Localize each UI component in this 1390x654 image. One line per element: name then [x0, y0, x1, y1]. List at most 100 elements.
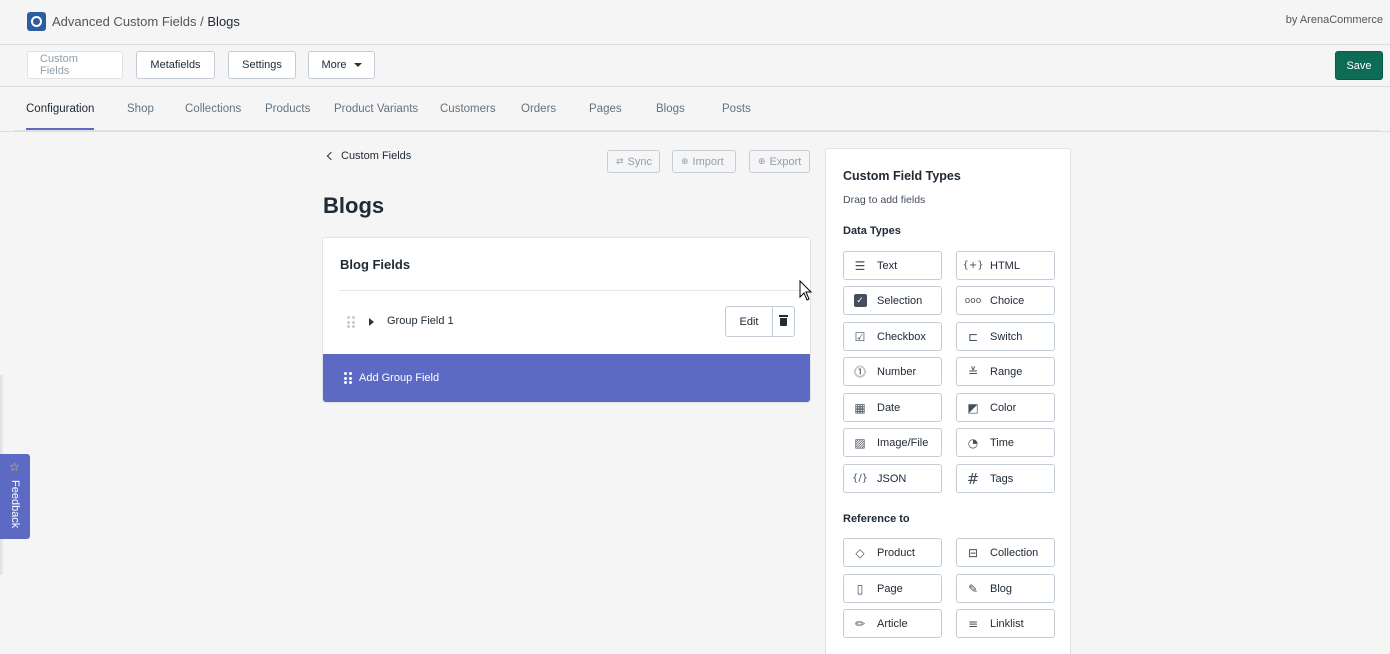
card-title: Blog Fields [340, 257, 411, 272]
field-type-switch[interactable]: ⊏ Switch [956, 322, 1055, 351]
field-type-linklist[interactable]: ≡ Linklist [956, 609, 1055, 638]
field-type-number[interactable]: ⓵ Number [843, 357, 942, 386]
export-label: Export [769, 155, 802, 168]
field-type-image-file[interactable]: ▨ Image/File [843, 428, 942, 457]
field-type-date[interactable]: ▦ Date [843, 393, 942, 422]
clipboard-check-icon: ☑ [854, 329, 866, 344]
delete-button[interactable] [772, 306, 795, 337]
page-title: Blogs [323, 193, 385, 218]
app-header: Advanced Custom Fields / Blogs by ArenaC… [0, 0, 1390, 45]
group-field-label[interactable]: Group Field 1 [387, 315, 454, 327]
field-type-label: Selection [877, 294, 923, 307]
import-button[interactable]: ⊕ Import [672, 150, 736, 173]
more-dropdown[interactable]: More [308, 51, 375, 79]
tab-customers[interactable]: Customers [440, 103, 496, 115]
field-type-label: Color [990, 401, 1017, 414]
field-type-time[interactable]: ◔ Time [956, 428, 1055, 457]
tab-shop[interactable]: Shop [127, 103, 154, 115]
sync-label: Sync [627, 155, 653, 168]
metafields-button[interactable]: Metafields [136, 51, 215, 79]
panel-title: Custom Field Types [843, 169, 961, 183]
sync-button[interactable]: ⇄ Sync [607, 150, 660, 173]
field-type-json[interactable]: {/} JSON [843, 464, 942, 493]
caret-down-icon [353, 63, 362, 67]
field-type-color[interactable]: ◩ Color [956, 393, 1055, 422]
field-type-checkbox[interactable]: ☑ Checkbox [843, 322, 942, 351]
toolbar: Custom Fields Metafields Settings More S… [0, 45, 1390, 87]
card-divider [339, 290, 810, 291]
blog-edit-icon: ✎ [967, 581, 979, 596]
field-type-label: Image/File [877, 436, 929, 449]
tab-products[interactable]: Products [265, 103, 310, 115]
tab-posts[interactable]: Posts [722, 103, 751, 115]
field-type-choice[interactable]: ooo Choice [956, 286, 1055, 315]
panel-subtitle: Drag to add fields [843, 194, 926, 206]
chevron-left-icon [326, 151, 336, 161]
edit-button[interactable]: Edit [725, 306, 773, 337]
tag-icon: ◇ [855, 545, 865, 560]
json-icon: {/} [851, 473, 869, 484]
nav-tabs: Configuration Shop Collections Products … [0, 88, 1390, 132]
tab-orders[interactable]: Orders [521, 103, 556, 115]
html-icon: {+} [962, 260, 984, 271]
page-icon: ▯ [856, 581, 864, 596]
reference-heading: Reference to [843, 513, 910, 525]
settings-button[interactable]: Settings [228, 51, 296, 79]
app-name[interactable]: Advanced Custom Fields [52, 14, 197, 29]
hash-icon: # [966, 469, 980, 488]
save-button[interactable]: Save [1335, 51, 1383, 80]
field-type-label: Switch [990, 330, 1023, 343]
back-link-label: Custom Fields [341, 150, 412, 162]
data-types-heading: Data Types [843, 225, 901, 237]
nav-divider [14, 130, 1380, 131]
tab-collections[interactable]: Collections [185, 103, 241, 115]
star-icon: ☆ [9, 460, 20, 474]
drag-handle-icon[interactable] [347, 316, 355, 328]
field-type-text[interactable]: ☰ Text [843, 251, 942, 280]
field-type-label: HTML [990, 259, 1020, 272]
tab-blogs[interactable]: Blogs [656, 103, 685, 115]
field-type-page[interactable]: ▯ Page [843, 574, 942, 603]
field-type-label: Linklist [990, 617, 1024, 630]
field-type-tags[interactable]: # Tags [956, 464, 1055, 493]
byline: by ArenaCommerce [1285, 14, 1383, 26]
field-type-collection[interactable]: ⊟ Collection [956, 538, 1055, 567]
breadcrumb: Advanced Custom Fields / Blogs [52, 14, 240, 29]
field-type-label: JSON [877, 472, 907, 485]
choice-icon: ooo [964, 295, 982, 306]
collection-icon: ⊟ [967, 545, 979, 560]
field-type-article[interactable]: ✏ Article [843, 609, 942, 638]
app-logo-icon [27, 12, 46, 31]
field-type-html[interactable]: {+} HTML [956, 251, 1055, 280]
field-type-selection[interactable]: ✓ Selection [843, 286, 942, 315]
field-type-label: Product [877, 546, 915, 559]
field-type-label: Range [990, 365, 1023, 378]
text-icon: ☰ [854, 258, 866, 273]
field-type-label: Number [877, 365, 917, 378]
field-type-range[interactable]: ≚ Range [956, 357, 1055, 386]
expand-arrow-icon[interactable] [369, 318, 374, 326]
sync-icon: ⇄ [616, 156, 624, 166]
back-link[interactable]: Custom Fields [326, 150, 411, 162]
field-type-label: Blog [990, 582, 1013, 595]
field-type-label: Collection [990, 546, 1039, 559]
calendar-icon: ▦ [854, 400, 866, 415]
tab-product-variants[interactable]: Product Variants [334, 103, 418, 115]
tab-configuration[interactable]: Configuration [26, 103, 94, 115]
field-type-label: Text [877, 259, 898, 272]
feedback-tab[interactable]: ☆ Feedback [0, 454, 30, 539]
add-group-field-button[interactable]: Add Group Field [323, 354, 810, 402]
tab-pages[interactable]: Pages [589, 103, 622, 115]
number-icon: ⓵ [853, 365, 866, 379]
field-type-label: Time [990, 436, 1015, 449]
field-type-label: Date [877, 401, 901, 414]
export-icon: ⊕ [758, 156, 766, 166]
export-button[interactable]: ⊕ Export [749, 150, 810, 173]
field-type-product[interactable]: ◇ Product [843, 538, 942, 567]
custom-fields-button[interactable]: Custom Fields [27, 51, 123, 79]
field-type-label: Tags [990, 472, 1014, 485]
switch-icon: ⊏ [967, 329, 979, 344]
field-type-blog[interactable]: ✎ Blog [956, 574, 1055, 603]
import-label: Import [692, 155, 724, 168]
add-group-field-label: Add Group Field [359, 372, 440, 384]
